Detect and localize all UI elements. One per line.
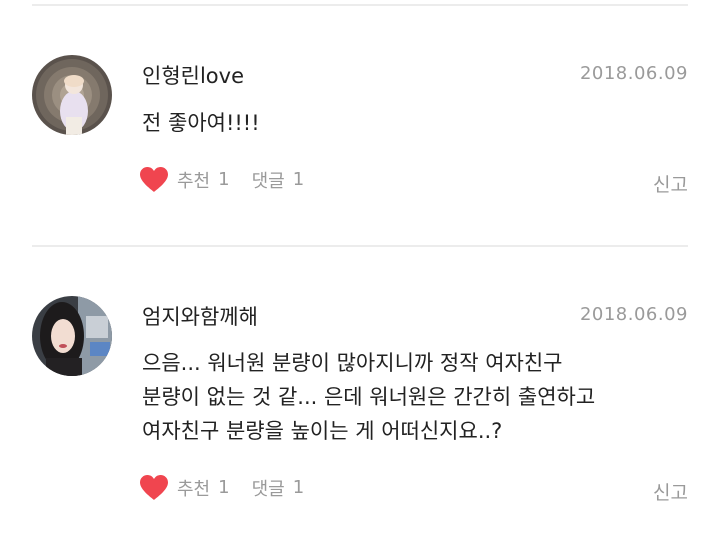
report-button[interactable]: 신고	[653, 478, 688, 505]
report-button[interactable]: 신고	[653, 170, 688, 197]
like-count: 1	[218, 169, 230, 190]
comment-divider	[32, 245, 688, 247]
reply-label[interactable]: 댓글	[252, 167, 285, 193]
comment-body-line: 전 좋아여!!!!	[142, 111, 260, 135]
comment-body: 으음... 워너원 분량이 많아지니까 정작 여자친구 분량이 없는 것 같..…	[142, 346, 595, 448]
comment-body-line: 분량이 없는 것 같... 은데 워너원은 간간히 출연하고	[142, 385, 596, 409]
heart-icon[interactable]	[139, 474, 169, 501]
comment-date: 2018.06.09	[579, 304, 688, 325]
avatar[interactable]	[32, 55, 112, 135]
comment-actions: 추천 1 댓글 1	[139, 474, 304, 501]
heart-icon[interactable]	[139, 166, 169, 193]
comment-body-line: 여자친구 분량을 높이는 게 어떠신지요..?	[142, 419, 503, 443]
like-count: 1	[218, 477, 230, 498]
like-label[interactable]: 추천	[177, 167, 210, 193]
comment-body-line: 으음... 워너원 분량이 많아지니까 정작 여자친구	[142, 351, 563, 375]
reply-count: 1	[292, 477, 305, 498]
reply-count: 1	[292, 169, 305, 190]
reply-label[interactable]: 댓글	[252, 475, 285, 501]
avatar[interactable]	[32, 296, 112, 376]
comment-actions: 추천 1 댓글 1	[139, 166, 304, 193]
comment-body: 전 좋아여!!!!	[142, 106, 260, 140]
comment-author[interactable]: 인형린love	[142, 60, 244, 90]
comment-author[interactable]: 엄지와함께해	[142, 301, 258, 331]
like-label[interactable]: 추천	[177, 475, 210, 501]
top-divider	[32, 4, 688, 6]
comment-date: 2018.06.09	[579, 63, 688, 84]
